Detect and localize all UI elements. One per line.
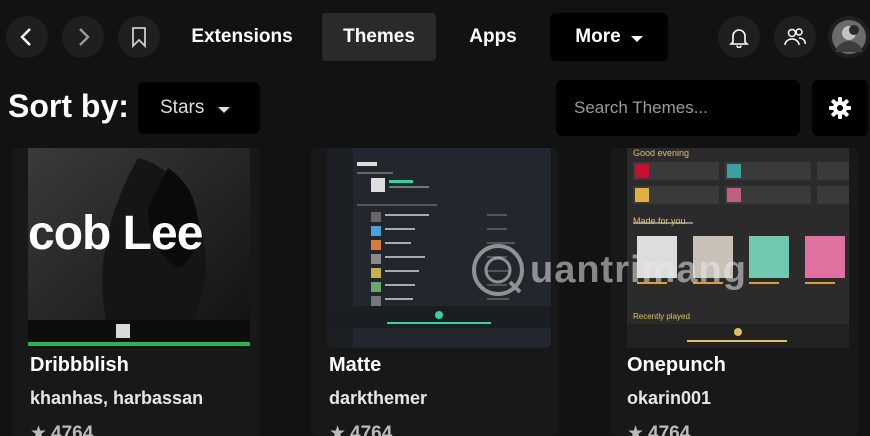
chevron-right-icon xyxy=(79,28,90,46)
matte-preview-art xyxy=(327,148,551,348)
preview-heading: Good evening xyxy=(633,148,690,158)
theme-card-onepunch[interactable]: Good evening Made for you Recently playe… xyxy=(611,148,859,436)
tab-apps[interactable]: Apps xyxy=(450,13,536,61)
caret-down-icon xyxy=(218,106,231,113)
card-stars: ★ 4764 xyxy=(30,422,93,436)
theme-card-matte[interactable]: Matte darkthemer ★ 4764 xyxy=(311,148,559,436)
forward-button[interactable] xyxy=(62,16,104,58)
star-icon: ★ xyxy=(30,423,48,436)
gear-icon xyxy=(829,97,851,119)
avatar-image xyxy=(832,20,866,54)
preview-artist-text: cob Lee xyxy=(28,207,203,260)
card-stars: ★ 4764 xyxy=(627,422,690,436)
card-stars: ★ 4764 xyxy=(329,422,392,436)
friends-button[interactable] xyxy=(774,16,816,58)
card-title: Dribbblish xyxy=(30,354,129,376)
preview-section: Made for you xyxy=(633,216,686,226)
card-star-count: 4764 xyxy=(648,422,691,436)
tab-extensions-label: Extensions xyxy=(191,26,293,47)
theme-preview-image xyxy=(327,148,551,348)
top-nav-bar: Extensions Themes Apps More xyxy=(0,0,870,72)
bookmark-icon xyxy=(132,27,146,48)
card-star-count: 4764 xyxy=(51,422,94,436)
sort-selected: Stars xyxy=(160,97,205,118)
bell-icon xyxy=(729,29,749,48)
card-title: Onepunch xyxy=(627,354,726,376)
tab-extensions[interactable]: Extensions xyxy=(178,13,306,61)
notifications-button[interactable] xyxy=(718,16,760,58)
users-icon xyxy=(784,28,806,46)
chevron-left-icon xyxy=(20,28,31,46)
tab-apps-label: Apps xyxy=(469,26,517,47)
theme-card-dribbblish[interactable]: cob Lee Dribbblish khanhas, harbassan ★ … xyxy=(12,148,260,436)
caret-down-icon xyxy=(630,36,643,42)
back-button[interactable] xyxy=(6,16,48,58)
star-icon: ★ xyxy=(627,423,645,436)
theme-preview-image: cob Lee xyxy=(28,148,250,348)
search-input[interactable] xyxy=(556,80,800,136)
sort-label: Sort by: xyxy=(8,88,129,124)
card-title: Matte xyxy=(329,354,382,376)
settings-button[interactable] xyxy=(812,80,868,136)
tab-themes[interactable]: Themes xyxy=(322,13,436,61)
card-author: okarin001 xyxy=(627,388,712,408)
tab-themes-label: Themes xyxy=(343,26,415,47)
theme-preview-image: Good evening Made for you Recently playe… xyxy=(627,148,849,348)
card-author: khanhas, harbassan xyxy=(30,388,204,408)
card-author: darkthemer xyxy=(329,388,428,408)
profile-avatar[interactable] xyxy=(828,16,870,58)
card-star-count: 4764 xyxy=(350,422,393,436)
preview-recent: Recently played xyxy=(633,312,690,321)
bookmark-button[interactable] xyxy=(118,16,160,58)
more-menu-button[interactable]: More xyxy=(550,13,668,61)
more-label: More xyxy=(575,26,621,47)
star-icon: ★ xyxy=(329,423,347,436)
sort-dropdown[interactable]: Stars xyxy=(138,82,260,134)
